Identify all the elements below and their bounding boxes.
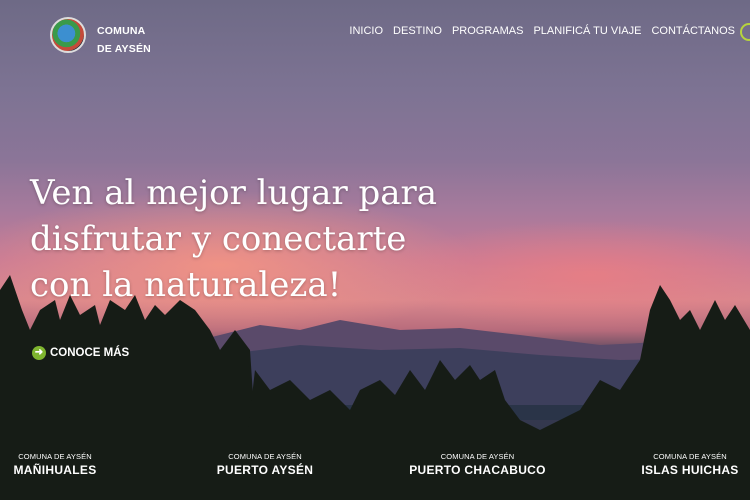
brand-line-2: DE AYSÉN — [97, 43, 151, 55]
location-subtitle: COMUNA DE AYSÉN — [228, 452, 302, 461]
nav-contactanos[interactable]: CONTÁCTANOS — [646, 25, 740, 37]
headline-line-1: Ven al mejor lugar para — [30, 173, 438, 213]
location-name: PUERTO AYSÉN — [216, 463, 314, 477]
headline-line-2: disfrutar y conectarte — [30, 219, 407, 259]
location-islas-huichas[interactable]: COMUNA DE AYSÉN ISLAS HUICHAS — [635, 452, 745, 477]
nav-planifica[interactable]: PLANIFICÁ TU VIAJE — [528, 25, 646, 37]
arrow-right-icon: ➜ — [32, 346, 46, 360]
main-nav: INICIO DESTINO PROGRAMAS PLANIFICÁ TU VI… — [344, 25, 740, 37]
nav-destino[interactable]: DESTINO — [388, 25, 447, 37]
hero-headline: Ven al mejor lugar para disfrutar y cone… — [30, 170, 500, 308]
location-subtitle: COMUNA DE AYSÉN — [18, 452, 92, 461]
locations-bar: COMUNA DE AYSÉN MAÑIHUALES COMUNA DE AYS… — [0, 452, 750, 492]
nav-inicio[interactable]: INICIO — [344, 25, 388, 37]
cta-label: CONOCE MÁS — [50, 347, 130, 359]
location-name: PUERTO CHACABUCO — [409, 463, 546, 477]
location-puerto-chacabuco[interactable]: COMUNA DE AYSÉN PUERTO CHACABUCO — [405, 452, 550, 477]
comuna-logo-icon[interactable] — [50, 17, 86, 53]
location-subtitle: COMUNA DE AYSÉN — [440, 452, 515, 461]
headline-line-3: con la naturaleza! — [30, 265, 342, 305]
location-subtitle: COMUNA DE AYSÉN — [653, 452, 727, 461]
site-header: COMUNA DE AYSÉN INICIO DESTINO PROGRAMAS… — [0, 0, 750, 70]
location-name: ISLAS HUICHAS — [641, 463, 739, 477]
location-puerto-aysen[interactable]: COMUNA DE AYSÉN PUERTO AYSÉN — [210, 452, 320, 477]
brand-title[interactable]: COMUNA DE AYSÉN — [97, 22, 151, 58]
nav-programas[interactable]: PROGRAMAS — [447, 25, 529, 37]
location-name: MAÑIHUALES — [13, 463, 97, 477]
conoce-mas-button[interactable]: ➜ CONOCE MÁS — [32, 346, 129, 360]
menu-toggle-icon[interactable] — [740, 23, 750, 41]
brand-line-1: COMUNA — [97, 25, 146, 37]
location-manihuales[interactable]: COMUNA DE AYSÉN MAÑIHUALES — [10, 452, 100, 477]
